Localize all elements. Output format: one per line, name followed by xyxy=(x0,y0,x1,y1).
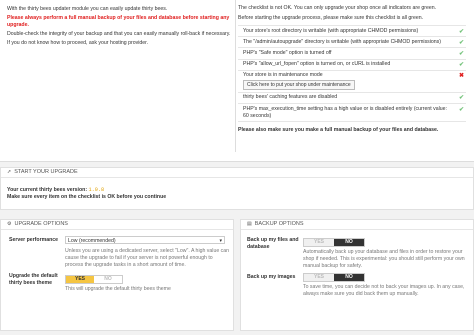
panel-title-text: UPGRADE OPTIONS xyxy=(14,220,68,227)
check-icon: ✔ xyxy=(458,106,464,113)
server-performance-help: Unless you are using a dedicated server,… xyxy=(65,248,230,269)
upgrade-options-panel: ⚙ UPGRADE OPTIONS Server performance Low… xyxy=(0,219,234,331)
panel-body: Your current thirty bees version: 1.0.8 … xyxy=(1,178,473,201)
server-performance-value: Low (recommended) xyxy=(68,237,116,244)
upgrade-theme-toggle[interactable]: YES NO xyxy=(65,275,123,284)
divider xyxy=(235,0,236,152)
checklist-item: The "/admin/autoupgrade" directory is wr… xyxy=(238,36,466,47)
checklist-item: Your store is in maintenance mode Click … xyxy=(238,69,466,92)
intro-line: With the thirty bees updater module you … xyxy=(7,6,168,12)
toggle-yes[interactable]: YES xyxy=(304,239,334,246)
checklist-item: PHP's "Safe mode" option is turned off ✔ xyxy=(238,47,466,58)
server-performance-label: Server performance xyxy=(9,237,59,243)
checklist-status: The checklist is not OK. You can only up… xyxy=(238,5,437,11)
check-icon: ✔ xyxy=(458,50,464,57)
toggle-no[interactable]: NO xyxy=(334,274,364,281)
check-icon: ✔ xyxy=(458,28,464,35)
panel-title-text: START YOUR UPGRADE xyxy=(14,168,78,175)
toggle-no[interactable]: NO xyxy=(334,239,364,246)
backup-images-toggle[interactable]: YES NO xyxy=(303,273,365,282)
backup-files-label: Back up my files and database xyxy=(247,237,299,251)
version-value: 1.0.8 xyxy=(88,187,105,193)
checklist-item-text: PHP's "Safe mode" option is turned off xyxy=(243,50,332,57)
intro-line: If you do not know how to proceed, ask y… xyxy=(7,40,149,47)
intro-line: Double-check the integrity of your backu… xyxy=(7,31,231,38)
panel-title-text: BACKUP OPTIONS xyxy=(254,220,304,227)
backup-options-panel: ▤ BACKUP OPTIONS Back up my files and da… xyxy=(240,219,474,331)
backup-images-label: Back up my images xyxy=(247,274,296,280)
check-icon: ✔ xyxy=(458,62,464,69)
version-line: Your current thirty bees version: 1.0.8 xyxy=(7,187,467,194)
upgrade-theme-help: This will upgrade the default thirty bee… xyxy=(65,286,171,292)
checklist-item: Your store's root directory is writable … xyxy=(238,25,466,36)
backup-files-help: Automatically back up your database and … xyxy=(303,249,465,270)
panel-title: ▤ BACKUP OPTIONS xyxy=(241,220,473,230)
backup-warning: Please always perform a full manual back… xyxy=(7,15,230,29)
checklist-intro: Before starting the upgrade process, ple… xyxy=(238,15,424,22)
checklist-item-text: PHP's "allow_url_fopen" option is turned… xyxy=(243,61,391,68)
cross-icon: ✖ xyxy=(458,73,464,80)
chevron-down-icon: ▾ xyxy=(219,237,222,244)
backup-note: Please also make sure you make a full ma… xyxy=(238,127,439,134)
upgrade-theme-label: Upgrade the default thirty bees theme xyxy=(9,273,58,287)
checklist-item-text: PHP's max_execution_time setting has a h… xyxy=(243,105,447,119)
gear-icon: ⚙ xyxy=(7,221,12,228)
checklist-item: thirty bees' caching features are disabl… xyxy=(238,91,466,103)
checklist-reminder: Make sure every item on the checklist is… xyxy=(7,194,167,201)
checklist-item-text: Your store is in maintenance mode xyxy=(243,72,323,79)
toggle-no[interactable]: NO xyxy=(94,276,122,283)
toggle-yes[interactable]: YES xyxy=(66,276,94,283)
check-icon: ✔ xyxy=(458,95,464,102)
maintenance-button[interactable]: Click here to put your shop under mainte… xyxy=(243,80,355,91)
checklist-item: PHP's max_execution_time setting has a h… xyxy=(238,103,466,123)
top-section: With the thirty bees updater module you … xyxy=(0,0,474,162)
backup-images-help: To save time, you can decide not to back… xyxy=(303,284,465,298)
intro-text: With the thirty bees updater module you … xyxy=(7,6,235,49)
checklist-item-text: The "/admin/autoupgrade" directory is wr… xyxy=(243,38,442,45)
backup-files-toggle[interactable]: YES NO xyxy=(303,238,365,247)
checklist-item-text: Your store's root directory is writable … xyxy=(243,27,419,34)
toggle-yes[interactable]: YES xyxy=(304,274,334,281)
checklist-item-text: thirty bees' caching features are disabl… xyxy=(243,94,338,101)
server-performance-select[interactable]: Low (recommended) ▾ xyxy=(65,236,225,244)
start-upgrade-panel: ➚ START YOUR UPGRADE Your current thirty… xyxy=(0,167,474,210)
check-icon: ✔ xyxy=(458,39,464,46)
database-icon: ▤ xyxy=(247,221,252,228)
checklist-items: Your store's root directory is writable … xyxy=(238,25,466,123)
version-label: Your current thirty bees version: xyxy=(7,187,88,193)
checklist-item: PHP's "allow_url_fopen" option is turned… xyxy=(238,58,466,70)
arrow-icon: ➚ xyxy=(7,169,12,176)
checklist: The checklist is not OK. You can only up… xyxy=(238,5,466,134)
panel-title: ➚ START YOUR UPGRADE xyxy=(1,168,473,178)
panel-title: ⚙ UPGRADE OPTIONS xyxy=(1,220,233,230)
